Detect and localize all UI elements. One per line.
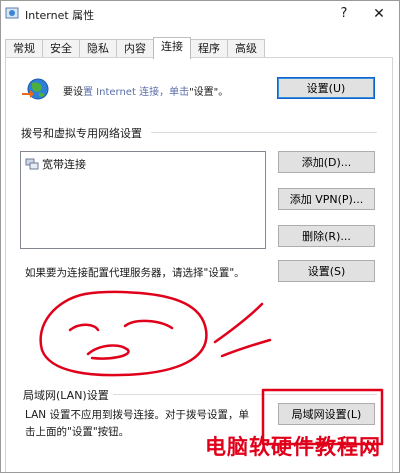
connection-label: 宽带连接 [42,158,86,171]
window-title: Internet 属性 [25,9,95,22]
broadband-connection-icon [25,158,39,170]
tab-general[interactable]: 常规 [5,39,43,58]
add-connection-button[interactable]: 添加(D)... [278,151,375,173]
watermark-text: 电脑软硬件教程网 [205,435,381,459]
internet-options-icon [5,7,19,19]
tab-programs[interactable]: 程序 [190,39,228,58]
tab-security[interactable]: 安全 [42,39,80,58]
setup-text-link: 置 Internet 连接，单击 [83,87,190,98]
dialup-separator [151,132,377,133]
connection-list[interactable]: 宽带连接 [20,151,266,249]
tab-strip: 常规 安全 隐私 内容 连接 程序 高级 [5,37,265,59]
setup-text-prefix: 要设 [63,87,83,98]
lan-separator [113,394,377,395]
title-bar: Internet 属性 ? ✕ [1,1,399,27]
list-item[interactable]: 宽带连接 [25,156,86,172]
globe-network-icon [22,78,49,100]
tab-privacy[interactable]: 隐私 [79,39,117,58]
setup-instruction-text: 要设置 Internet 连接，单击"设置"。 [63,83,228,98]
setup-text-suffix: "设置"。 [189,87,229,98]
help-button[interactable]: ? [334,4,354,24]
setup-button[interactable]: 设置(U) [277,77,375,99]
add-vpn-button[interactable]: 添加 VPN(P)... [278,188,375,210]
proxy-instruction-text: 如果要为连接配置代理服务器，请选择"设置"。 [25,267,245,279]
dialup-section-label: 拨号和虚拟专用网络设置 [21,127,142,140]
lan-settings-button[interactable]: 局域网设置(L) [278,403,375,425]
tab-connections[interactable]: 连接 [153,37,191,59]
tab-advanced[interactable]: 高级 [227,39,265,58]
lan-section-label: 局域网(LAN)设置 [23,389,109,402]
tab-content[interactable]: 内容 [116,39,154,58]
proxy-settings-button[interactable]: 设置(S) [278,260,375,282]
close-button[interactable]: ✕ [365,4,393,24]
internet-properties-window: Internet 属性 ? ✕ 常规 安全 隐私 内容 连接 程序 高级 要设置… [0,0,400,473]
remove-button[interactable]: 删除(R)... [278,225,375,247]
